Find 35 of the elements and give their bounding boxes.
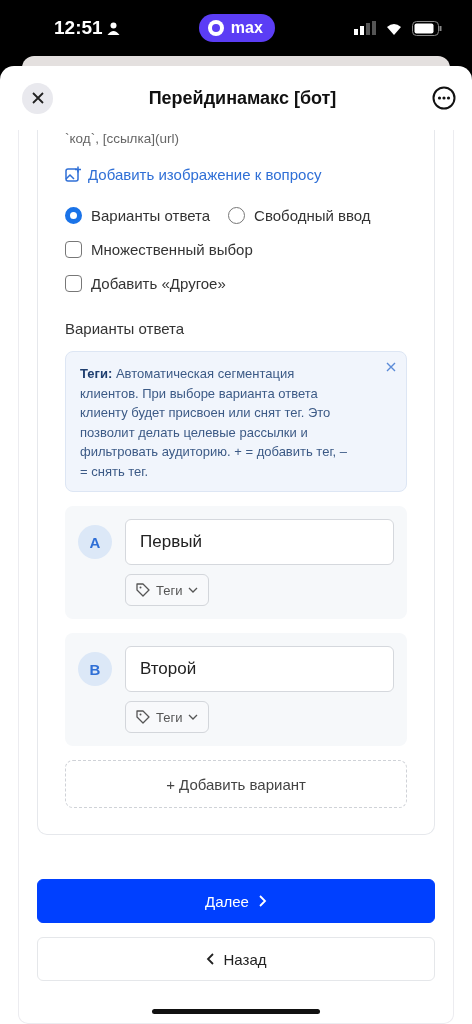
image-add-icon xyxy=(65,166,82,183)
next-button[interactable]: Далее xyxy=(37,879,435,923)
signal-icon xyxy=(354,21,376,35)
chevron-left-icon xyxy=(205,953,214,965)
option-checkbox[interactable]: Множественный выбор xyxy=(65,241,253,258)
tags-dropdown[interactable]: Теги xyxy=(125,574,210,606)
answer-type-radio[interactable]: Варианты ответа xyxy=(65,207,211,224)
chevron-down-icon xyxy=(188,714,199,720)
clock: 12:51 xyxy=(54,17,120,39)
option-checkbox[interactable]: Добавить «Другое» xyxy=(65,275,226,292)
close-icon xyxy=(386,362,396,372)
wifi-icon xyxy=(384,21,404,35)
tag-icon xyxy=(136,583,150,597)
answer-input[interactable]: Второй xyxy=(125,646,394,692)
app-name: max xyxy=(230,19,263,37)
close-icon xyxy=(31,92,44,104)
battery-icon xyxy=(412,20,442,36)
answer-type-radio[interactable]: Свободный ввод xyxy=(228,207,371,224)
answer-letter: A xyxy=(78,525,112,559)
format-hint: `код`, [ссылка](url) xyxy=(65,130,180,148)
window-title: Перейдинамакс [бот] xyxy=(148,87,337,109)
chevron-right-icon xyxy=(258,895,267,907)
info-text: Теги: Автоматическая сегментация клиентов. При выборе варианта ответа клиенту будет присвоен или снят тег. Это позволит делать целевые рассылки и фильтровать аудиторию. + = добавить тег, – = снять тег. xyxy=(80,365,348,481)
section-title: Варианты ответа xyxy=(65,320,186,337)
answer-input[interactable]: Первый xyxy=(125,519,394,565)
close-button[interactable] xyxy=(22,82,53,114)
add-variant-button[interactable]: + Добавить вариант xyxy=(65,760,407,808)
person-icon xyxy=(106,21,120,35)
tags-dropdown[interactable]: Теги xyxy=(125,701,210,733)
add-image-link[interactable]: Добавить изображение к вопросу xyxy=(65,166,407,183)
answer-letter: B xyxy=(78,652,112,686)
tag-icon xyxy=(136,710,150,724)
more-icon[interactable] xyxy=(432,86,456,110)
chevron-down-icon xyxy=(188,587,199,593)
back-button[interactable]: Назад xyxy=(37,937,435,981)
